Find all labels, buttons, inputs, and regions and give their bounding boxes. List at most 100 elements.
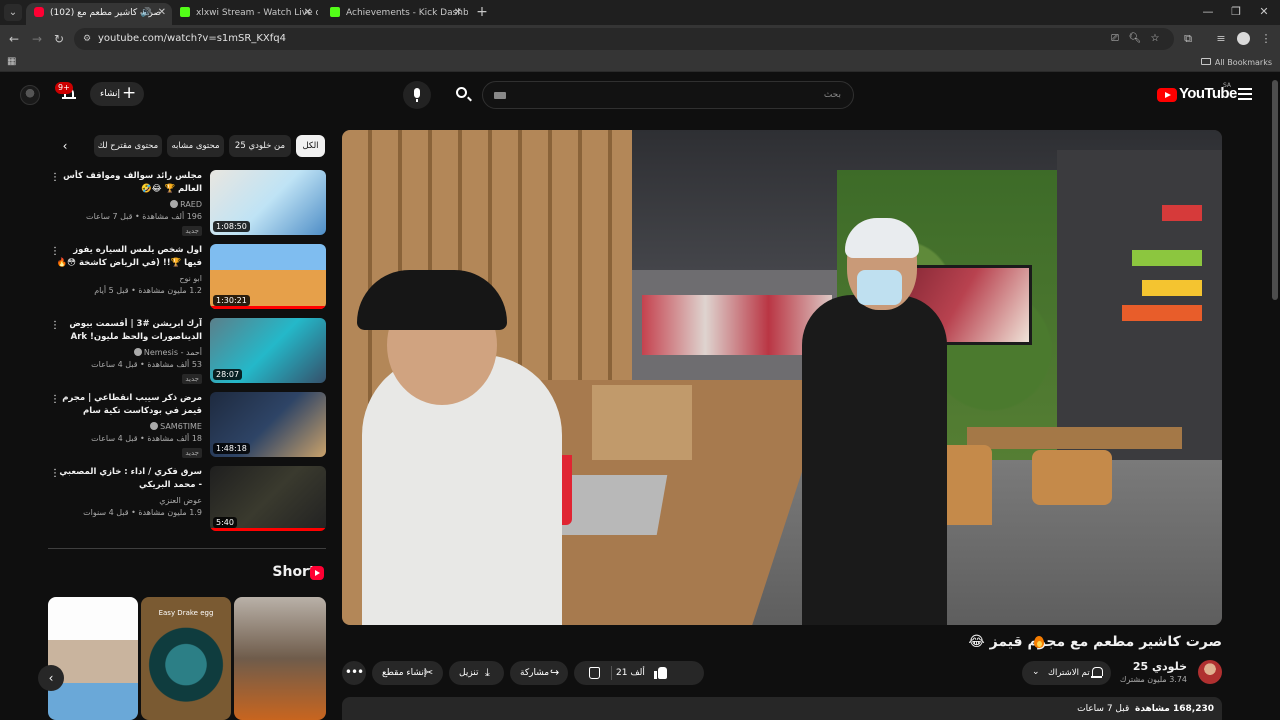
short-overlay-text: Easy Drake egg — [158, 609, 214, 617]
recommended-video[interactable]: 1:30:21 اول شخص يلمس السياره يفوز فيها 🏆… — [48, 244, 326, 310]
share-button[interactable]: ↪ مشاركة — [510, 661, 568, 685]
voice-search-button[interactable] — [403, 81, 431, 109]
like-count[interactable]: 21 ألف — [616, 661, 645, 685]
browser-profile-avatar[interactable] — [1237, 32, 1250, 45]
tab-search-chevron-icon[interactable]: ⌄ — [4, 4, 22, 21]
microphone-icon — [414, 88, 420, 102]
reload-icon[interactable]: ↻ — [51, 31, 67, 47]
chip-from-channel[interactable]: من خلودي 25 — [229, 135, 291, 157]
site-info-icon[interactable]: ⚙ — [80, 32, 94, 46]
subscriber-count: 3.74 مليون مشترك — [1119, 675, 1187, 684]
description-box[interactable]: 168,230 مشاهدة قبل 7 ساعات — [342, 697, 1222, 720]
create-label: إنشاء — [100, 89, 121, 99]
restore-icon[interactable]: ❐ — [1224, 4, 1248, 20]
video-menu-icon[interactable]: ⋮ — [50, 318, 60, 334]
all-bookmarks-button[interactable]: All Bookmarks — [1200, 53, 1272, 72]
video-stats: 18 ألف مشاهدة • قبل 4 ساعات — [91, 434, 202, 443]
all-bookmarks-label: All Bookmarks — [1214, 58, 1272, 67]
like-thumb-up-icon[interactable] — [654, 667, 667, 679]
recommended-video[interactable]: 1:08:50 مجلس رائد سوالف ومواقف كأس العال… — [48, 170, 326, 236]
channel-avatar[interactable] — [1198, 660, 1222, 684]
channel-name[interactable]: ابو نوح — [179, 274, 202, 283]
channel-name[interactable]: أحمد - Nemesis — [144, 348, 202, 357]
zoom-icon[interactable]: 🔍︎ — [1128, 32, 1142, 46]
youtube-masthead: YouTube SA بحث + إنشاء 9+ — [0, 73, 1280, 117]
channel-name[interactable]: SAM6TIME — [160, 422, 202, 431]
create-button[interactable]: + إنشاء — [90, 82, 144, 106]
recommended-video[interactable]: 1:48:18 مرض ذكر سيبب انقطاعي | مجرم قيمز… — [48, 392, 326, 458]
search-button[interactable] — [445, 81, 479, 109]
back-arrow-icon[interactable]: ← — [6, 31, 22, 47]
channel-name[interactable]: خلودي 25 — [1133, 660, 1187, 673]
video-thumbnail[interactable]: 1:30:21 — [210, 244, 326, 309]
address-bar[interactable]: ⚙ youtube.com/watch?v=s1mSR_KXfq4 ⎚ 🔍︎ ☆ — [74, 28, 1174, 50]
video-duration: 1:48:18 — [213, 443, 250, 454]
clip-label: إنشاء مقطع — [382, 668, 427, 678]
video-menu-icon[interactable]: ⋮ — [50, 392, 60, 408]
subscribed-button[interactable]: تم الاشتراك ⌄ — [1022, 661, 1111, 685]
video-stats: 1.9 مليون مشاهدة • قبل 4 سنوات — [83, 508, 202, 517]
video-player[interactable] — [342, 130, 1222, 625]
chips-scroll-left-icon[interactable]: ‹ — [56, 137, 74, 155]
notification-bell-icon — [1091, 667, 1103, 679]
video-thumbnail[interactable]: 5:40 — [210, 466, 326, 531]
browser-toolbar: ← → ↻ ⚙ youtube.com/watch?v=s1mSR_KXfq4 … — [0, 25, 1280, 53]
chip-related[interactable]: محتوى مشابه — [167, 135, 224, 157]
video-menu-icon[interactable]: ⋮ — [50, 244, 60, 260]
video-title[interactable]: آرك ابريشن #3 | أقسمت بيوض الديناصورات و… — [54, 318, 202, 344]
new-tab-plus-icon[interactable]: + — [474, 4, 490, 20]
search-input[interactable]: بحث — [482, 81, 854, 109]
tab-close-icon[interactable]: ✕ — [454, 3, 462, 23]
section-divider — [48, 548, 326, 549]
apps-grid-icon[interactable]: ▦ — [7, 56, 19, 68]
more-actions-icon[interactable]: ••• — [342, 661, 366, 685]
short-video-thumbnail[interactable] — [48, 597, 138, 720]
guide-menu-icon[interactable] — [1238, 88, 1252, 100]
tab-youtube[interactable]: (102) صرت كاشير مطعم مع 🔊 ✕ — [26, 3, 172, 25]
plus-icon: + — [122, 83, 137, 103]
bookmark-star-icon[interactable]: ☆ — [1148, 32, 1162, 46]
download-icon: ⤓ — [485, 666, 490, 679]
channel-name[interactable]: عوض العنزي — [159, 496, 202, 505]
recommended-video[interactable]: 28:07 آرك ابريشن #3 | أقسمت بيوض الديناص… — [48, 318, 326, 384]
recommended-video[interactable]: 5:40 سرق فكري / اداء : خازي المصعبي - مح… — [48, 466, 326, 532]
video-title[interactable]: اول شخص يلمس السياره يفوز فيها 🏆!! (في ا… — [54, 244, 202, 270]
tab-close-icon[interactable]: ✕ — [158, 3, 166, 23]
video-menu-icon[interactable]: ⋮ — [50, 170, 60, 186]
forward-arrow-icon[interactable]: → — [29, 31, 45, 47]
url-text: youtube.com/watch?v=s1mSR_KXfq4 — [98, 33, 286, 44]
browser-menu-icon[interactable]: ⋮ — [1258, 31, 1274, 47]
download-button[interactable]: ⤓ تنزيل — [449, 661, 504, 685]
dislike-thumb-down-icon[interactable] — [589, 667, 600, 679]
chip-recommended[interactable]: محتوى مقترح لك — [94, 135, 162, 157]
page-scrollbar[interactable] — [1272, 80, 1278, 300]
video-title[interactable]: مجلس رائد سوالف ومواقف كأس العالم 🏆 😂🤣 — [54, 170, 202, 196]
tab-kick-dashboard[interactable]: Achievements - Kick Dashboard ✕ — [322, 3, 468, 25]
chip-all[interactable]: الكل — [296, 135, 325, 157]
tab-kick-stream[interactable]: xlxwi Stream - Watch Live on Kick ✕ — [172, 3, 318, 25]
shorts-logo-icon — [310, 566, 324, 580]
tab-title: Achievements - Kick Dashboard — [346, 8, 468, 18]
short-video-thumbnail[interactable]: Easy Drake egg — [141, 597, 231, 720]
shorts-scroll-left-icon[interactable]: ‹ — [38, 665, 64, 691]
share-label: مشاركة — [520, 668, 550, 678]
short-video-thumbnail[interactable] — [234, 597, 326, 720]
video-thumbnail[interactable]: 28:07 — [210, 318, 326, 383]
video-menu-icon[interactable]: ⋮ — [50, 466, 60, 482]
close-window-icon[interactable]: ✕ — [1252, 4, 1276, 20]
media-control-icon[interactable]: ≡ — [1213, 31, 1229, 47]
clip-button[interactable]: ✂ إنشاء مقطع — [372, 661, 443, 685]
video-thumbnail[interactable]: 1:08:50 — [210, 170, 326, 235]
tab-close-icon[interactable]: ✕ — [304, 3, 312, 23]
watch-progress-bar — [210, 528, 326, 531]
video-title[interactable]: مرض ذكر سيبب انقطاعي | مجرم قيمز في بودك… — [54, 392, 202, 418]
channel-name[interactable]: RAED — [180, 200, 202, 209]
extensions-puzzle-icon[interactable]: ⧉ — [1180, 31, 1196, 47]
keyboard-icon[interactable] — [494, 92, 506, 99]
account-avatar[interactable] — [20, 85, 40, 105]
video-thumbnail[interactable]: 1:48:18 — [210, 392, 326, 457]
cast-icon[interactable]: ⎚ — [1108, 32, 1122, 46]
tab-audio-icon[interactable]: 🔊 — [141, 3, 152, 23]
video-title[interactable]: سرق فكري / اداء : خازي المصعبي - محمد ال… — [54, 466, 202, 492]
minimize-icon[interactable]: — — [1196, 4, 1220, 20]
